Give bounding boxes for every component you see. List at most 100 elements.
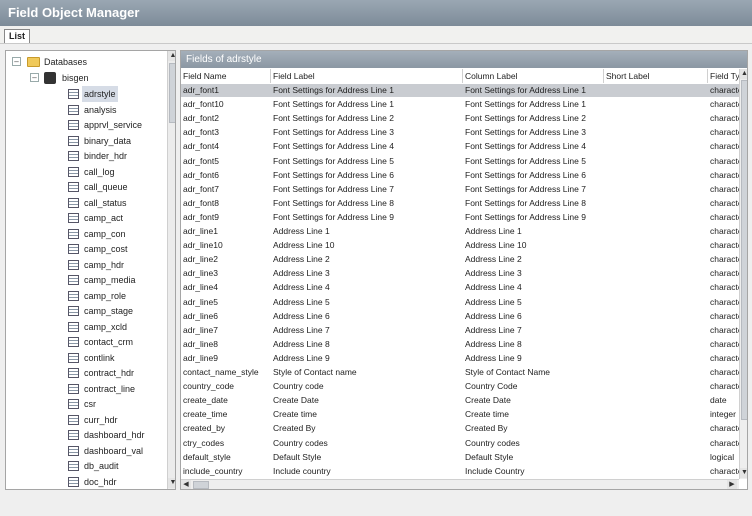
tree-item-label: doc_hdr: [84, 476, 117, 487]
tree-item-table[interactable]: camp_media: [62, 272, 174, 288]
scroll-thumb[interactable]: [741, 80, 747, 420]
tree-item-table[interactable]: contlink: [62, 350, 174, 366]
cell-column-label: Font Settings for Address Line 7: [465, 183, 586, 194]
table-row[interactable]: adr_line3 Address Line 3 Address Line 3 cha…: [181, 267, 739, 280]
cell-field-type: characte: [710, 226, 739, 236]
table-row[interactable]: adr_line1 Address Line 1 Address Line 1 cha…: [181, 225, 739, 238]
tree-item-table[interactable]: camp_xcld: [62, 319, 174, 335]
tree-item-table[interactable]: db_audit: [62, 458, 174, 474]
table-icon: [68, 151, 79, 161]
cell-field-name: created_by: [183, 423, 226, 434]
table-row[interactable]: default_style Default Style Default Style l…: [181, 451, 739, 464]
scroll-right-icon[interactable]: ▶: [727, 480, 737, 489]
tree-item-table[interactable]: camp_act: [62, 210, 174, 226]
tree-item-table[interactable]: contact_crm: [62, 334, 174, 350]
col-header-field-label[interactable]: Field Label: [271, 69, 463, 83]
table-row[interactable]: adr_line7 Address Line 7 Address Line 7 cha…: [181, 324, 739, 337]
tree-item-table[interactable]: apprvl_service: [62, 117, 174, 133]
tree-root-databases[interactable]: – Databases: [6, 54, 166, 70]
tree-item-table[interactable]: adrstyle: [62, 86, 174, 102]
fields-horizontal-scrollbar[interactable]: ◀ ▶: [181, 479, 739, 489]
tree-item-label: db_audit: [84, 461, 119, 471]
tree-item-table[interactable]: contract_hdr: [62, 365, 174, 381]
table-row[interactable]: adr_line10 Address Line 10 Address Line 10…: [181, 239, 739, 252]
table-row[interactable]: adr_font7 Font Settings for Address Line …: [181, 183, 739, 196]
table-row[interactable]: adr_font6 Font Settings for Address Line …: [181, 169, 739, 182]
col-header-column-label[interactable]: Column Label: [463, 69, 604, 83]
table-row[interactable]: contact_name_style Style of Contact name S…: [181, 366, 739, 379]
scroll-thumb[interactable]: [169, 63, 175, 123]
cell-field-name: adr_line3: [183, 268, 218, 279]
tree-item-table[interactable]: camp_con: [62, 226, 174, 242]
cell-field-name: adr_line8: [183, 338, 218, 349]
col-header-field-name[interactable]: Field Name: [181, 69, 271, 83]
tree-item-table[interactable]: camp_cost: [62, 241, 174, 257]
fields-grid[interactable]: Field Name Field Label Column Label Shor…: [181, 69, 739, 479]
tree-item-table[interactable]: camp_hdr: [62, 257, 174, 273]
table-row[interactable]: adr_font3 Font Settings for Address Line …: [181, 126, 739, 139]
table-row[interactable]: created_by Created By Created By characte: [181, 422, 739, 435]
scroll-up-icon[interactable]: ▲: [740, 69, 747, 79]
tree-item-table[interactable]: camp_role: [62, 288, 174, 304]
minus-toggle-icon[interactable]: –: [12, 57, 21, 66]
fields-vertical-scrollbar[interactable]: ▲ ▼: [739, 69, 747, 479]
scroll-up-icon[interactable]: ▲: [168, 51, 175, 61]
scroll-down-icon[interactable]: ▼: [168, 478, 175, 488]
table-row[interactable]: adr_line8 Address Line 8 Address Line 8 cha…: [181, 338, 739, 351]
tree-item-table[interactable]: doc_hdr: [62, 474, 174, 490]
table-row[interactable]: adr_line9 Address Line 9 Address Line 9 cha…: [181, 352, 739, 365]
tab-list[interactable]: List: [4, 29, 31, 43]
table-row[interactable]: adr_line4 Address Line 4 Address Line 4 cha…: [181, 281, 739, 294]
cell-column-label: Font Settings for Address Line 1: [465, 99, 586, 110]
cell-column-label: Country Code: [465, 381, 518, 392]
cell-field-label: Font Settings for Address Line 1: [273, 85, 394, 95]
tree-item-table[interactable]: binder_hdr: [62, 148, 174, 164]
table-row[interactable]: country_code Country code Country Code char…: [181, 380, 739, 393]
table-row[interactable]: include_country Include country Include Co…: [181, 465, 739, 478]
cell-field-type: date: [710, 395, 727, 406]
col-header-short-label[interactable]: Short Label: [604, 69, 708, 83]
tree-item-table[interactable]: csr: [62, 396, 174, 412]
cell-field-type: characte: [710, 465, 739, 476]
scroll-thumb[interactable]: [193, 481, 209, 489]
table-row[interactable]: adr_font10 Font Settings for Address Line…: [181, 98, 739, 111]
table-row[interactable]: adr_font2 Font Settings for Address Line …: [181, 112, 739, 125]
table-row[interactable]: ctry_codes Country codes Country codes char…: [181, 437, 739, 450]
table-row[interactable]: adr_font9 Font Settings for Address Line …: [181, 211, 739, 224]
tree-item-table[interactable]: call_queue: [62, 179, 174, 195]
tree-item-table[interactable]: doc_link: [62, 489, 174, 490]
minus-toggle-icon[interactable]: –: [30, 73, 39, 82]
tab-bar: List: [0, 26, 752, 44]
table-row[interactable]: adr_font1 Font Settings for Address Line …: [181, 84, 739, 97]
cell-field-name: adr_line7: [183, 324, 218, 335]
tree-item-table[interactable]: call_status: [62, 195, 174, 211]
tree-item-table[interactable]: analysis: [62, 102, 174, 118]
tree-item-table[interactable]: dashboard_hdr: [62, 427, 174, 443]
scroll-left-icon[interactable]: ◀: [181, 480, 191, 489]
tree-item-table[interactable]: contract_line: [62, 381, 174, 397]
tree-item-table[interactable]: curr_hdr: [62, 412, 174, 428]
scroll-down-icon[interactable]: ▼: [740, 468, 747, 478]
tree-item-table[interactable]: binary_data: [62, 133, 174, 149]
cell-field-name: ctry_codes: [183, 437, 225, 448]
database-tree[interactable]: – Databases – bisgen adrstyle analysis app…: [5, 50, 176, 490]
table-row[interactable]: adr_line2 Address Line 2 Address Line 2 cha…: [181, 253, 739, 266]
table-row[interactable]: adr_line5 Address Line 5 Address Line 5 cha…: [181, 296, 739, 309]
table-row[interactable]: adr_font5 Font Settings for Address Line …: [181, 155, 739, 168]
cell-field-label: Create time: [273, 409, 317, 420]
col-header-field-type[interactable]: Field Ty: [708, 69, 739, 83]
tree-item-table[interactable]: camp_stage: [62, 303, 174, 319]
table-row[interactable]: adr_font4 Font Settings for Address Line …: [181, 140, 739, 153]
cell-field-name: adr_line1: [183, 226, 218, 236]
cell-field-type: characte: [710, 141, 739, 152]
table-row[interactable]: create_time Create time Create time integer: [181, 408, 739, 421]
tree-db-bisgen[interactable]: – bisgen: [6, 70, 166, 86]
table-row[interactable]: create_date Create Date Create Date date: [181, 394, 739, 407]
tree-item-table[interactable]: call_log: [62, 164, 174, 180]
tree-item-table[interactable]: dashboard_val: [62, 443, 174, 459]
cell-field-name: create_date: [183, 395, 228, 406]
cell-column-label: Address Line 5: [465, 296, 522, 307]
table-row[interactable]: adr_font8 Font Settings for Address Line …: [181, 197, 739, 210]
table-row[interactable]: adr_line6 Address Line 6 Address Line 6 cha…: [181, 310, 739, 323]
tree-vertical-scrollbar[interactable]: ▲ ▼: [167, 51, 175, 489]
